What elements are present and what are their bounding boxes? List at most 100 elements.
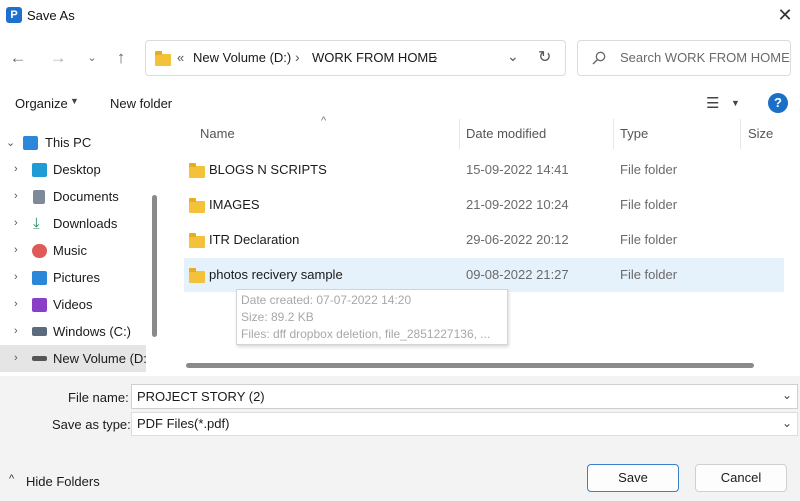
new-folder-button[interactable]: New folder: [110, 96, 172, 111]
chevron-right-icon[interactable]: ›: [14, 291, 18, 318]
chevron-down-icon[interactable]: ⌄: [782, 388, 792, 402]
vertical-scrollbar[interactable]: [152, 195, 157, 337]
close-icon[interactable]: ✕: [772, 3, 798, 27]
chevron-right-icon[interactable]: ›: [14, 345, 18, 372]
up-arrow-icon[interactable]: ↑: [109, 46, 133, 70]
help-icon[interactable]: ?: [768, 93, 788, 113]
recent-locations-chevron-icon[interactable]: ⌄: [80, 46, 104, 70]
search-box[interactable]: Search WORK FROM HOME: [577, 40, 791, 76]
chevron-up-icon[interactable]: ^: [9, 473, 14, 485]
save-as-type-value[interactable]: PDF Files(*.pdf): [137, 416, 229, 431]
breadcrumb-separator[interactable]: ›: [295, 49, 300, 65]
pictures-icon: [32, 271, 47, 285]
file-name-input[interactable]: PROJECT STORY (2) ⌄: [131, 384, 798, 409]
file-date: 15-09-2022 14:41: [466, 162, 569, 177]
folder-icon: [189, 233, 205, 248]
table-row[interactable]: IMAGES 21-09-2022 10:24 File folder: [184, 188, 784, 222]
file-name: photos recivery sample: [209, 267, 343, 282]
sidebar-label: This PC: [45, 135, 92, 150]
file-name: IMAGES: [209, 197, 260, 212]
column-divider[interactable]: [459, 119, 460, 149]
caret-down-icon[interactable]: ▼: [731, 98, 740, 108]
chevron-down-icon[interactable]: ⌄: [782, 416, 792, 430]
sidebar-label: Documents: [53, 189, 119, 204]
search-input[interactable]: Search WORK FROM HOME: [620, 50, 790, 65]
file-type: File folder: [620, 162, 678, 177]
sidebar-label: Music: [53, 243, 87, 258]
file-name: BLOGS N SCRIPTS: [209, 162, 327, 177]
search-icon: [592, 51, 606, 65]
downloads-icon: ⤓: [33, 215, 40, 232]
column-divider[interactable]: [740, 119, 741, 149]
folder-tooltip: Date created: 07-07-2022 14:20 Size: 89.…: [236, 289, 508, 345]
sidebar-label: New Volume (D:: [53, 351, 147, 366]
column-header-size[interactable]: Size: [748, 126, 773, 141]
table-row[interactable]: BLOGS N SCRIPTS 15-09-2022 14:41 File fo…: [184, 153, 784, 187]
save-as-type-select[interactable]: PDF Files(*.pdf) ⌄: [131, 412, 798, 436]
column-header-type[interactable]: Type: [620, 126, 648, 141]
breadcrumb-new-volume[interactable]: New Volume (D:): [193, 50, 291, 65]
sidebar-item-windows-c[interactable]: › Windows (C:): [0, 318, 146, 345]
sidebar-item-downloads[interactable]: › ⤓ Downloads: [0, 210, 146, 237]
sidebar-item-desktop[interactable]: › Desktop: [0, 156, 146, 183]
file-date: 29-06-2022 20:12: [466, 232, 569, 247]
caret-down-icon[interactable]: ▼: [70, 96, 79, 106]
folder-icon: [155, 51, 171, 66]
window-title: Save As: [27, 8, 75, 23]
sidebar-label: Desktop: [53, 162, 101, 177]
documents-icon: [33, 190, 45, 204]
column-divider[interactable]: [613, 119, 614, 149]
forward-arrow-icon[interactable]: →: [46, 46, 70, 70]
save-button[interactable]: Save: [587, 464, 679, 492]
navigation-pane: ⌄ This PC › Desktop › Documents › ⤓ Down…: [0, 122, 160, 374]
breadcrumb-work-from-home[interactable]: WORK FROM HOME: [312, 50, 437, 65]
save-form: File name: PROJECT STORY (2) ⌄ Save as t…: [0, 376, 800, 501]
sidebar-label: Downloads: [53, 216, 118, 231]
sidebar-label: Windows (C:): [53, 324, 132, 339]
column-header-date-modified[interactable]: Date modified: [466, 126, 546, 141]
command-bar: Organize ▼ New folder ☰ ▼ ?: [0, 89, 800, 119]
desktop-icon: [32, 163, 47, 177]
table-row[interactable]: ITR Declaration 29-06-2022 20:12 File fo…: [184, 223, 784, 257]
address-overflow[interactable]: «: [177, 50, 184, 65]
sidebar-item-pictures[interactable]: › Pictures: [0, 264, 146, 291]
refresh-icon[interactable]: ↻: [538, 47, 551, 67]
sidebar-item-new-volume-d[interactable]: › New Volume (D:: [0, 345, 147, 372]
sidebar-item-this-pc[interactable]: ⌄ This PC: [0, 129, 146, 156]
chevron-right-icon[interactable]: ›: [14, 237, 18, 264]
music-icon: [32, 244, 47, 258]
breadcrumb-separator[interactable]: ›: [433, 49, 438, 65]
chevron-right-icon[interactable]: ›: [14, 210, 18, 237]
sidebar-item-documents[interactable]: › Documents: [0, 183, 146, 210]
view-list-icon[interactable]: ☰: [706, 94, 719, 112]
chevron-right-icon[interactable]: ›: [14, 318, 18, 345]
app-icon: P: [6, 7, 22, 23]
address-bar[interactable]: « New Volume (D:) › WORK FROM HOME › ⌄ ↻: [145, 40, 566, 76]
chevron-down-icon[interactable]: ⌄: [6, 130, 15, 157]
organize-button[interactable]: Organize: [15, 96, 68, 111]
column-header-name[interactable]: Name: [200, 126, 235, 141]
chevron-down-icon[interactable]: ⌄: [507, 48, 519, 65]
folder-icon: [189, 268, 205, 283]
chevron-right-icon[interactable]: ›: [14, 156, 18, 183]
cancel-button[interactable]: Cancel: [695, 464, 787, 492]
chevron-right-icon[interactable]: ›: [14, 183, 18, 210]
file-name: ITR Declaration: [209, 232, 300, 247]
title-bar: P Save As ✕: [0, 0, 800, 32]
save-as-type-label: Save as type:: [52, 417, 131, 432]
sidebar-item-videos[interactable]: › Videos: [0, 291, 146, 318]
horizontal-scrollbar[interactable]: [186, 363, 754, 368]
folder-icon: [189, 163, 205, 178]
hide-folders-button[interactable]: Hide Folders: [26, 474, 100, 489]
tooltip-date-created: Date created: 07-07-2022 14:20: [241, 293, 412, 307]
sidebar-item-music[interactable]: › Music: [0, 237, 146, 264]
videos-icon: [32, 298, 47, 312]
sidebar-label: Pictures: [53, 270, 100, 285]
chevron-right-icon[interactable]: ›: [14, 264, 18, 291]
this-pc-icon: [23, 136, 38, 150]
file-date: 09-08-2022 21:27: [466, 267, 569, 282]
file-name-value[interactable]: PROJECT STORY (2): [137, 389, 265, 404]
file-date: 21-09-2022 10:24: [466, 197, 569, 212]
back-arrow-icon[interactable]: ←: [6, 46, 30, 70]
table-row[interactable]: photos recivery sample 09-08-2022 21:27 …: [184, 258, 784, 292]
